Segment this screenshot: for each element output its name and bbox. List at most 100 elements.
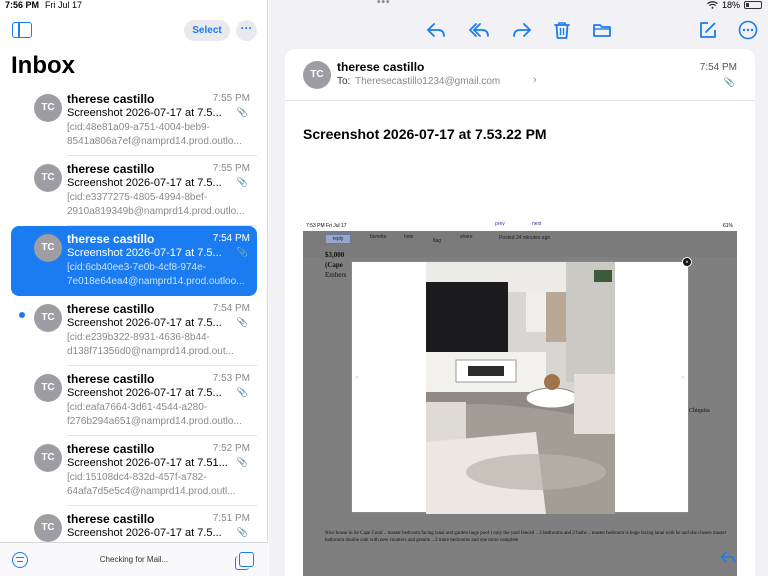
multitask-dots-icon[interactable]: ••• [377,0,391,8]
chevron-right-icon: › [681,374,684,381]
attachment-icon: 📎 [236,387,248,397]
forward-icon[interactable] [511,19,533,41]
sender-avatar: TC [34,304,62,332]
embedded-location: (Cape [325,261,343,269]
attachment-icon: 📎 [236,527,248,537]
message-time: 7:53 PM [212,373,250,384]
sender-avatar: TC [34,234,62,262]
message-subject: Screenshot 2026-07-17 at 7.51... [67,457,228,469]
message-list-item[interactable]: TC therese castillo 7:54 PM 📎 Screenshot 202… [11,226,257,296]
message-list-item[interactable]: TC therese castillo 7:52 PM 📎 Screenshot 202… [11,436,257,506]
embedded-share: share [460,234,473,240]
embedded-price: $3,000 [325,251,345,259]
sender-name[interactable]: therese castillo [337,60,424,74]
status-date: Fri Jul 17 [45,0,83,10]
sender-name: therese castillo [67,442,155,456]
sender-avatar: TC [34,94,62,122]
recipient-address[interactable]: Theresecastillo1234@gmail.com [355,76,500,87]
status-time: 7:56 PM [5,0,40,10]
attachment-icon: 📎 [236,457,248,467]
embedded-posted: Posted 24 minutes ago [499,235,551,241]
message-preview: [cid:e3377275-4805-4994-8bef-2910a819349… [67,192,245,217]
sender-name: therese castillo [67,372,155,386]
chevron-right-icon[interactable]: › [533,74,537,86]
select-button[interactable]: Select [184,20,230,41]
attachment-icon: 📎 [723,77,735,87]
message-list-item[interactable]: TC therese castillo 7:55 PM 📎 Screenshot 202… [11,86,257,156]
message-list[interactable]: TC therese castillo 7:55 PM 📎 Screenshot 202… [0,86,268,542]
message-list-item[interactable]: TC therese castillo 7:51 PM 📎 Screenshot 202… [11,506,257,542]
message-time: 7:54 PM [212,303,250,314]
message-header: TC therese castillo To: Theresecastillo1… [285,49,755,101]
message-preview: [cid:eafa7664-3d61-4544-a280-f276b294a65… [67,402,242,427]
message-subject: Screenshot 2026-07-17 at 7.5... [67,247,222,259]
sidebar-toggle-icon[interactable] [12,22,32,38]
message-preview: [cid:48e81a09-a751-4004-beb9-8541a806a7e… [67,122,242,147]
unread-dot-icon [19,312,25,318]
to-label: To: [337,76,351,87]
embedded-hide: hide [404,234,414,240]
more-icon[interactable] [737,19,759,41]
embedded-status-time: 7:53 PM Fri Jul 17 [306,223,347,229]
wifi-icon [707,1,718,9]
sender-name: therese castillo [67,162,155,176]
message-subject: Screenshot 2026-07-17 at 7.5... [67,107,222,119]
message-subject: Screenshot 2026-07-17 at 7.5... [67,177,222,189]
living-room-photo [426,262,615,514]
sender-avatar: TC [34,514,62,542]
more-options-button[interactable]: ··· [236,20,257,41]
trash-icon[interactable] [551,19,573,41]
embedded-reply-button: reply [325,234,351,244]
mail-status-text: Checking for Mail... [99,555,169,564]
close-icon: × [682,257,692,267]
message-time: 7:52 PM [212,443,250,454]
chevron-left-icon: ‹ [356,374,359,381]
embedded-listing-description: Nice house in Se Cape Coral .. master be… [325,531,727,543]
reply-icon[interactable] [718,548,738,566]
windows-stack-icon[interactable] [235,552,254,570]
message-preview: [cid:15108dc4-832d-457f-a782-64afa7d5e5c… [67,472,236,497]
message-preview: [cid:e239b322-8931-4636-8b44-d138f71356d… [67,332,234,357]
embedded-favorite: favorite [370,234,387,240]
embedded-next: next [532,221,542,227]
sender-avatar: TC [34,164,62,192]
attachment-icon: 📎 [236,107,248,117]
reply-icon[interactable] [425,19,447,41]
compose-icon[interactable] [697,19,719,41]
mailbox-sidebar: Select ··· Inbox TC therese castillo 7:55 … [0,0,268,576]
message-detail-pane: TC therese castillo To: Theresecastillo1… [269,0,768,576]
sender-avatar[interactable]: TC [303,61,331,89]
sender-name: therese castillo [67,302,155,316]
message-list-item[interactable]: TC therese castillo 7:53 PM 📎 Screenshot 202… [11,366,257,436]
message-time: 7:54 PM [699,62,737,73]
message-subject: Screenshot 2026-07-17 at 7.5... [67,317,222,329]
message-list-item[interactable]: TC therese castillo 7:54 PM 📎 Screenshot 202… [11,296,257,366]
embedded-embers: Embers [325,271,347,279]
page-title: Inbox [11,52,75,79]
sender-avatar: TC [34,374,62,402]
embedded-prev: prev [495,221,505,227]
message-list-item[interactable]: TC therese castillo 7:55 PM 📎 Screenshot 202… [11,156,257,226]
embedded-flag: flag [433,238,442,244]
embedded-screenshot[interactable]: 7:53 PM Fri Jul 17 61% reply favorite hi… [303,220,737,576]
sender-name: therese castillo [67,232,155,246]
message-time: 7:55 PM [212,163,250,174]
battery-icon [744,1,762,9]
message-preview: [cid:6cb40ee3-7e0b-4cf8-974e-7e018e64ea4… [67,262,245,287]
sender-name: therese castillo [67,512,155,526]
reply-all-icon[interactable] [468,19,490,41]
message-subject: Screenshot 2026-07-17 at 7.53.22 PM [303,126,547,142]
battery-percent: 18% [721,0,740,10]
sender-avatar: TC [34,444,62,472]
folder-icon[interactable] [591,19,613,41]
message-subject: Screenshot 2026-07-17 at 7.5... [67,387,222,399]
message-time: 7:55 PM [212,93,250,104]
status-bar: 7:56 PM Fri Jul 17 ••• 18% [0,0,768,12]
message-card: TC therese castillo To: Theresecastillo1… [285,49,755,576]
sidebar-bottom-bar: Checking for Mail... [0,542,268,576]
embedded-status-bar: 7:53 PM Fri Jul 17 61% [303,220,737,231]
embedded-lightbox: × ‹ › [351,257,692,514]
filter-icon[interactable] [12,552,28,568]
attachment-icon: 📎 [236,177,248,187]
sender-name: therese castillo [67,92,155,106]
